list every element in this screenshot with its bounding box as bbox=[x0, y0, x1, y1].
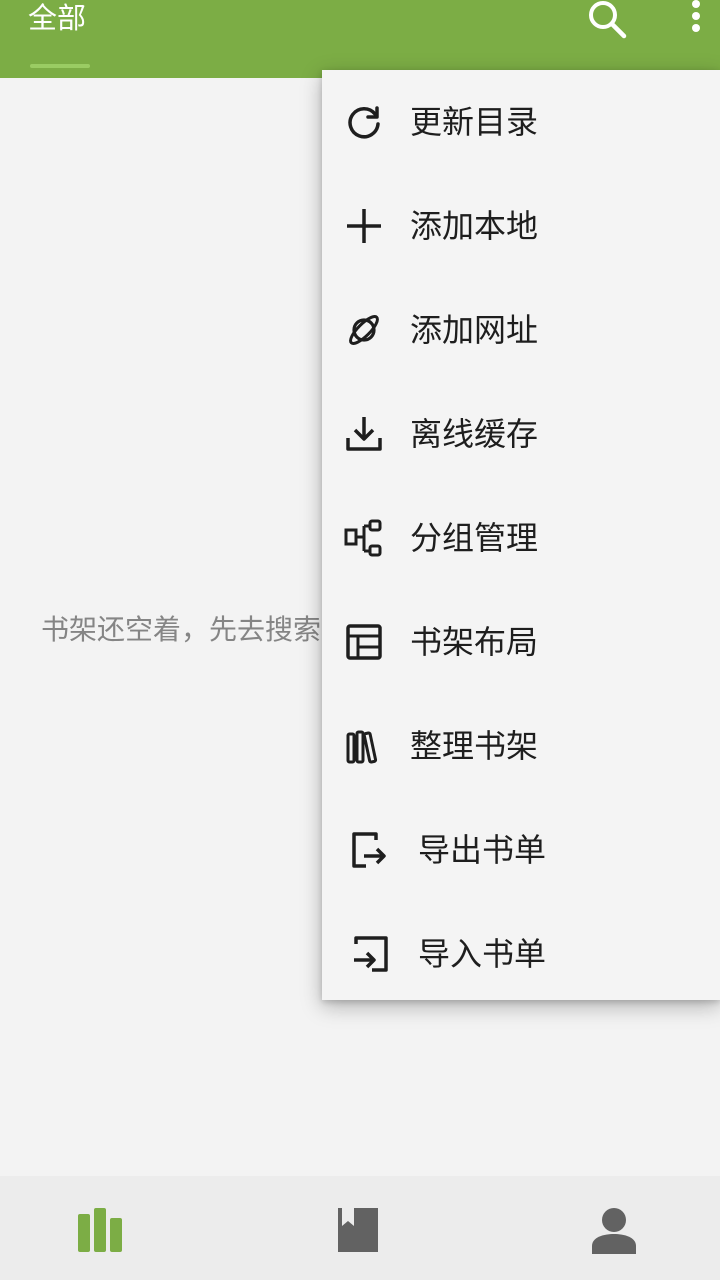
empty-bookshelf-message: 书架还空着，先去搜索 bbox=[41, 613, 322, 646]
download-icon bbox=[346, 417, 382, 451]
planet-icon bbox=[349, 315, 379, 345]
menu-item-label: 添加网址 bbox=[410, 311, 539, 349]
search-icon bbox=[589, 1, 627, 39]
menu-item-label: 添加本地 bbox=[410, 207, 539, 245]
menu-item-shelf-layout[interactable]: 书架布局 bbox=[322, 590, 720, 694]
bookshelf-icon bbox=[78, 1208, 122, 1252]
group-tree-icon bbox=[344, 519, 382, 557]
tab-indicator bbox=[30, 64, 90, 68]
menu-item-add-local[interactable]: 添加本地 bbox=[322, 174, 720, 278]
nav-discover[interactable] bbox=[240, 1176, 480, 1280]
nav-my[interactable] bbox=[480, 1176, 720, 1280]
menu-item-label: 导入书单 bbox=[418, 935, 547, 973]
menu-item-update-catalog[interactable]: 更新目录 bbox=[322, 70, 720, 174]
menu-item-arrange-shelf[interactable]: 整理书架 bbox=[322, 694, 720, 798]
menu-item-export-booklist[interactable]: 导出书单 bbox=[322, 798, 720, 902]
more-vertical-icon bbox=[692, 0, 700, 32]
tab-all[interactable]: 全部 bbox=[28, 0, 86, 40]
export-icon bbox=[352, 832, 386, 868]
overflow-menu: 更新目录 添加本地 添加网址 离线缓存 分组管理 书架布局 整理书架 导出书单 … bbox=[322, 70, 720, 1000]
bookmark-book-icon bbox=[338, 1208, 378, 1252]
menu-item-label: 离线缓存 bbox=[410, 415, 539, 453]
top-app-bar: 全部 bbox=[0, 0, 720, 78]
books-icon bbox=[346, 730, 378, 764]
menu-item-label: 整理书架 bbox=[410, 727, 539, 765]
refresh-icon bbox=[348, 106, 380, 139]
nav-bookshelf[interactable] bbox=[0, 1176, 240, 1280]
menu-item-group-management[interactable]: 分组管理 bbox=[322, 486, 720, 590]
menu-item-import-booklist[interactable]: 导入书单 bbox=[322, 902, 720, 1006]
bottom-navigation bbox=[0, 1176, 720, 1280]
more-options-button[interactable] bbox=[684, 0, 708, 40]
menu-item-offline-cache[interactable]: 离线缓存 bbox=[322, 382, 720, 486]
menu-item-label: 书架布局 bbox=[410, 623, 539, 661]
search-button[interactable] bbox=[584, 0, 628, 40]
person-icon bbox=[592, 1208, 636, 1254]
menu-item-label: 更新目录 bbox=[410, 103, 539, 141]
plus-icon bbox=[347, 209, 381, 243]
menu-item-add-url[interactable]: 添加网址 bbox=[322, 278, 720, 382]
import-icon bbox=[354, 936, 388, 972]
menu-item-label: 导出书单 bbox=[418, 831, 547, 869]
menu-item-label: 分组管理 bbox=[410, 519, 539, 557]
layout-icon bbox=[346, 624, 382, 660]
